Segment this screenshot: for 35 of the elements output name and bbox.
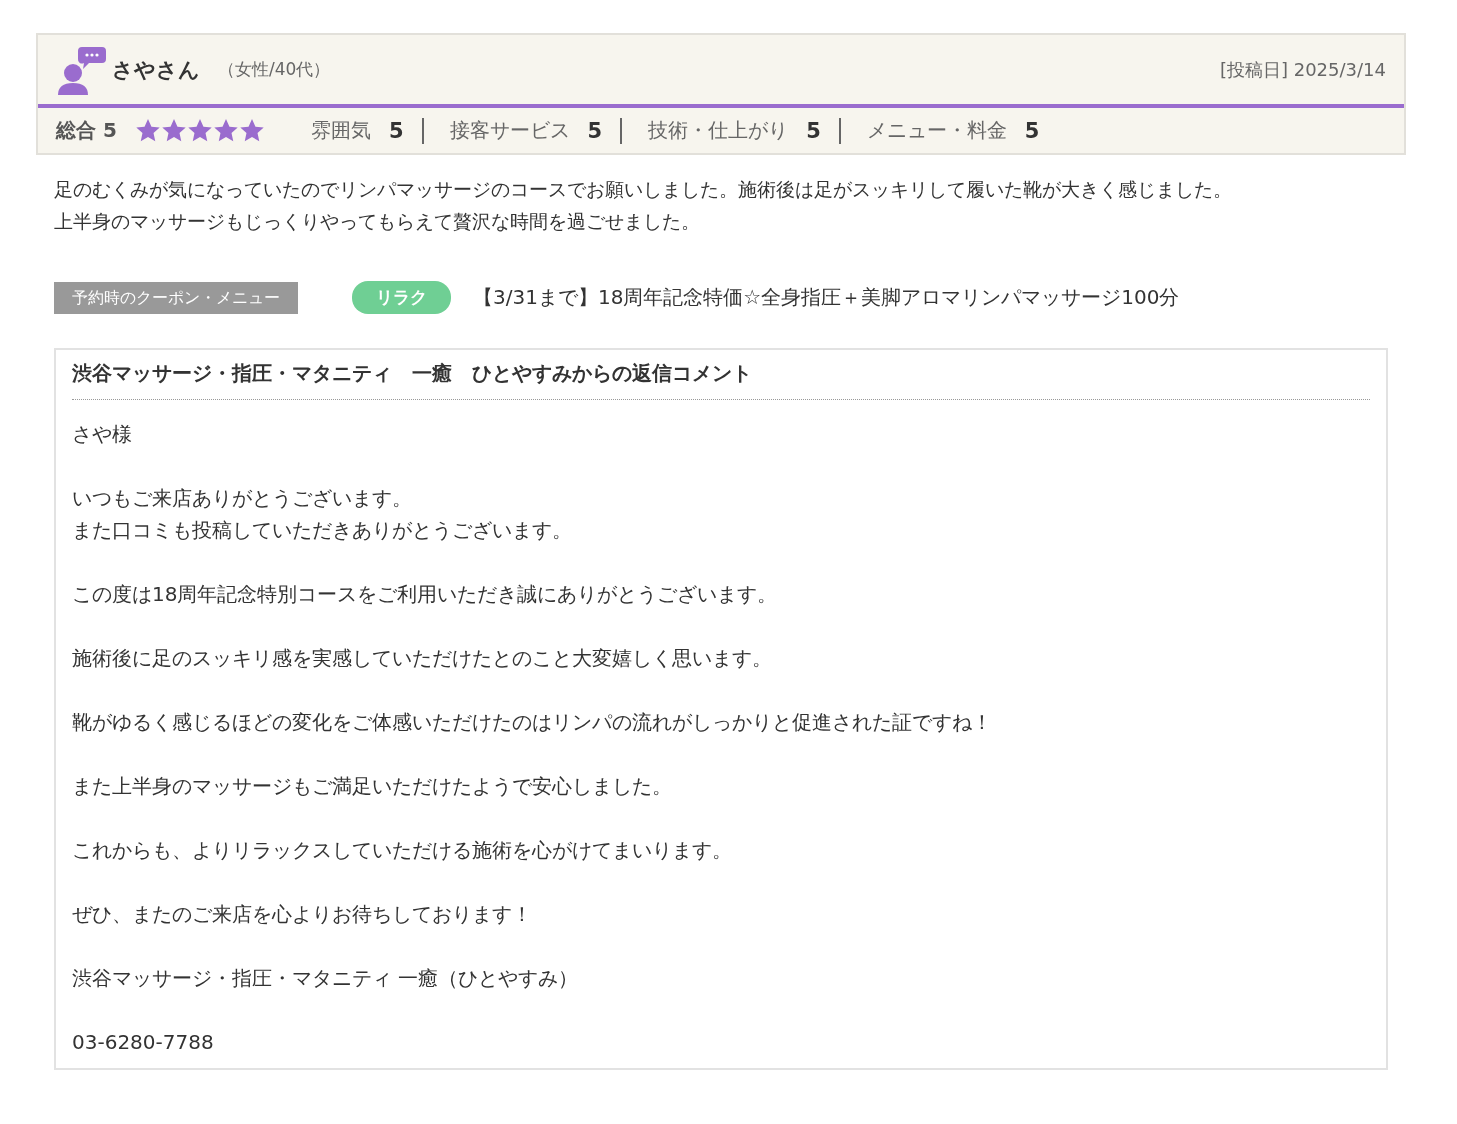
star-icon xyxy=(160,117,187,144)
reply-title: 渋谷マッサージ・指圧・マタニティ 一癒 ひとやすみからの返信コメント xyxy=(72,360,1370,400)
reply-paragraph: また上半身のマッサージもご満足いただけたようで安心しました。 xyxy=(72,773,673,800)
reply-paragraph: さや様 xyxy=(72,421,133,448)
reply-paragraph: 渋谷マッサージ・指圧・マタニティ 一癒（ひとやすみ） xyxy=(72,965,580,992)
reply-paragraph: これからも、よりリラックスしていただける施術を心がけてまいります。 xyxy=(72,837,733,864)
coupon-menu-label: 予約時のクーポン・メニュー xyxy=(54,281,298,314)
reply-paragraph: ぜひ、またのご来店を心よりお待ちしております！ xyxy=(72,901,533,928)
rating-score: 5 xyxy=(1024,118,1040,143)
reply-paragraph: 靴がゆるく感じるほどの変化をご体感いただけたのはリンパの流れがしっかりと促進された証ですね！ xyxy=(72,709,993,736)
reply-paragraph: 03-6280-7788 xyxy=(72,1029,215,1056)
rating-label: 接客サービス xyxy=(449,117,570,144)
reply-paragraph: 施術後に足のスッキリ感を実感していただけたとのこと大変嬉しく思います。 xyxy=(72,645,773,672)
star-icon xyxy=(212,117,239,144)
reviewer-profile: （女性/40代） xyxy=(218,58,331,81)
review-text: 足のむくみが気になっていたのでリンパマッサージのコースでお願いしました。施術後は足がスッキリして履いた靴が大きく感じました。 xyxy=(54,177,1233,202)
user-speech-bubble-icon xyxy=(56,44,106,95)
reply-paragraph: この度は18周年記念特別コースをご利用いただき誠にありがとうございます。 xyxy=(72,581,779,608)
star-icon xyxy=(134,117,161,144)
rating-label: メニュー・料金 xyxy=(866,117,1007,144)
category-tag: リラク xyxy=(352,281,451,314)
rating-label: 雰囲気 xyxy=(310,117,371,144)
reviewer-name: さやさん xyxy=(112,56,200,84)
reply-paragraph: いつもご来店ありがとうございます。 xyxy=(72,485,413,512)
reply-paragraph: また口コミも投稿していただきありがとうございます。 xyxy=(72,517,573,544)
star-icon xyxy=(238,117,265,144)
coupon-title: 【3/31まで】18周年記念特価☆全身指圧＋美脚アロマリンパマッサージ100分 xyxy=(473,284,1180,311)
rating-score: 5 xyxy=(388,118,404,143)
rating-label: 技術・仕上がり xyxy=(648,117,789,144)
star-icon xyxy=(186,117,213,144)
overall-rating: 総合 5 xyxy=(56,117,117,144)
post-date: [投稿日] 2025/3/14 xyxy=(1219,57,1386,82)
rating-score: 5 xyxy=(587,118,603,143)
review-text: 上半身のマッサージもじっくりやってもらえて贅沢な時間を過ごせました。 xyxy=(54,209,701,234)
rating-score: 5 xyxy=(806,118,821,143)
